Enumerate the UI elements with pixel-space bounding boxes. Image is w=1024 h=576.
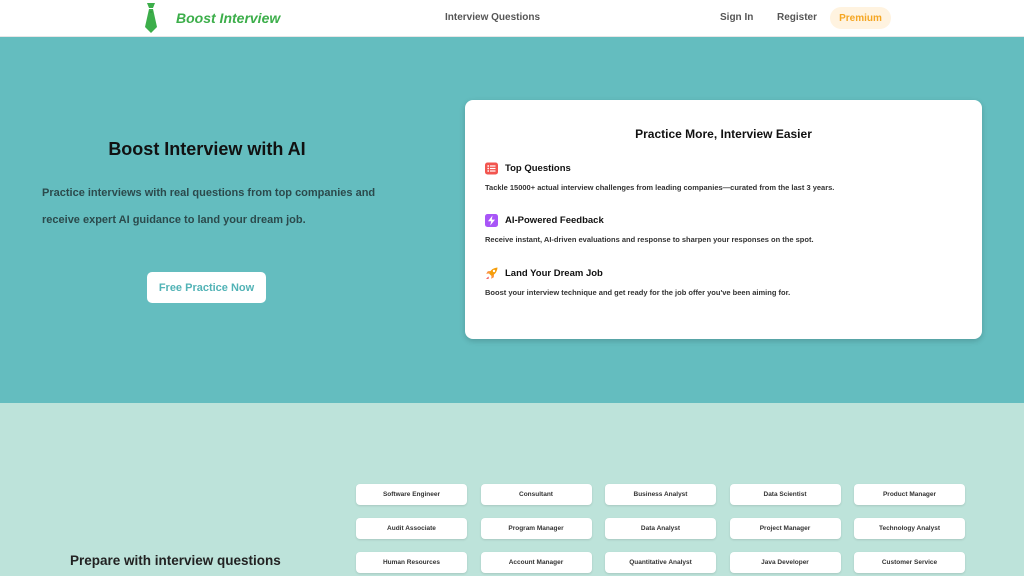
role-chip[interactable]: Java Developer xyxy=(729,552,841,573)
feature-title: Land Your Dream Job xyxy=(505,267,603,279)
role-chip[interactable]: Consultant xyxy=(480,484,592,505)
logo-link[interactable]: Boost Interview xyxy=(143,3,280,33)
role-chip[interactable]: Data Scientist xyxy=(729,484,841,505)
hero-title: Boost Interview with AI xyxy=(108,139,306,159)
feature-title: Top Questions xyxy=(505,162,571,174)
hero-description: Practice interviews with real questions … xyxy=(42,187,376,226)
sign-in-link[interactable]: Sign In xyxy=(720,12,753,23)
free-practice-button[interactable]: Free Practice Now xyxy=(147,272,266,303)
feature-top-questions: Top Questions Tackle 15000+ actual inter… xyxy=(485,161,965,192)
feature-description: Tackle 15000+ actual interview challenge… xyxy=(485,183,835,192)
role-chip[interactable]: Customer Service xyxy=(854,552,965,573)
hero-section: Boost Interview with AI Practice intervi… xyxy=(0,37,1024,403)
register-link[interactable]: Register xyxy=(777,12,817,23)
role-chip[interactable]: Data Analyst xyxy=(605,518,716,539)
feature-title: AI-Powered Feedback xyxy=(505,214,604,226)
feature-description: Boost your interview technique and get r… xyxy=(485,288,791,297)
lightning-icon xyxy=(485,213,498,227)
role-chip[interactable]: Program Manager xyxy=(480,518,592,539)
role-chip[interactable]: Human Resources xyxy=(356,552,467,573)
tie-logo-icon xyxy=(145,3,157,33)
role-chip[interactable]: Product Manager xyxy=(854,484,965,505)
feature-ai-feedback: AI-Powered Feedback Receive instant, AI-… xyxy=(485,213,965,244)
premium-button[interactable]: Premium xyxy=(830,7,891,29)
role-chip-grid: Software Engineer Consultant Business An… xyxy=(356,484,966,573)
role-chip[interactable]: Account Manager xyxy=(480,552,592,573)
feature-dream-job: Land Your Dream Job Boost your interview… xyxy=(485,266,965,297)
prepare-section: Prepare with interview questions Softwar… xyxy=(0,403,1024,576)
role-chip[interactable]: Audit Associate xyxy=(356,518,467,539)
logo-text: Boost Interview xyxy=(176,10,281,26)
role-chip[interactable]: Project Manager xyxy=(729,518,841,539)
role-chip[interactable]: Software Engineer xyxy=(356,484,467,505)
role-chip[interactable]: Quantitative Analyst xyxy=(605,552,716,573)
prepare-title: Prepare with interview questions xyxy=(70,553,281,568)
feature-description: Receive instant, AI-driven evaluations a… xyxy=(485,235,814,244)
top-navbar: Boost Interview Interview Questions Sign… xyxy=(0,0,1024,37)
role-chip[interactable]: Technology Analyst xyxy=(854,518,965,539)
nav-interview-questions[interactable]: Interview Questions xyxy=(445,12,540,23)
rocket-icon xyxy=(486,267,498,279)
role-chip[interactable]: Business Analyst xyxy=(605,484,716,505)
features-card: Practice More, Interview Easier Top Ques… xyxy=(465,100,982,339)
list-icon xyxy=(485,162,498,174)
features-card-title: Practice More, Interview Easier xyxy=(635,127,812,141)
